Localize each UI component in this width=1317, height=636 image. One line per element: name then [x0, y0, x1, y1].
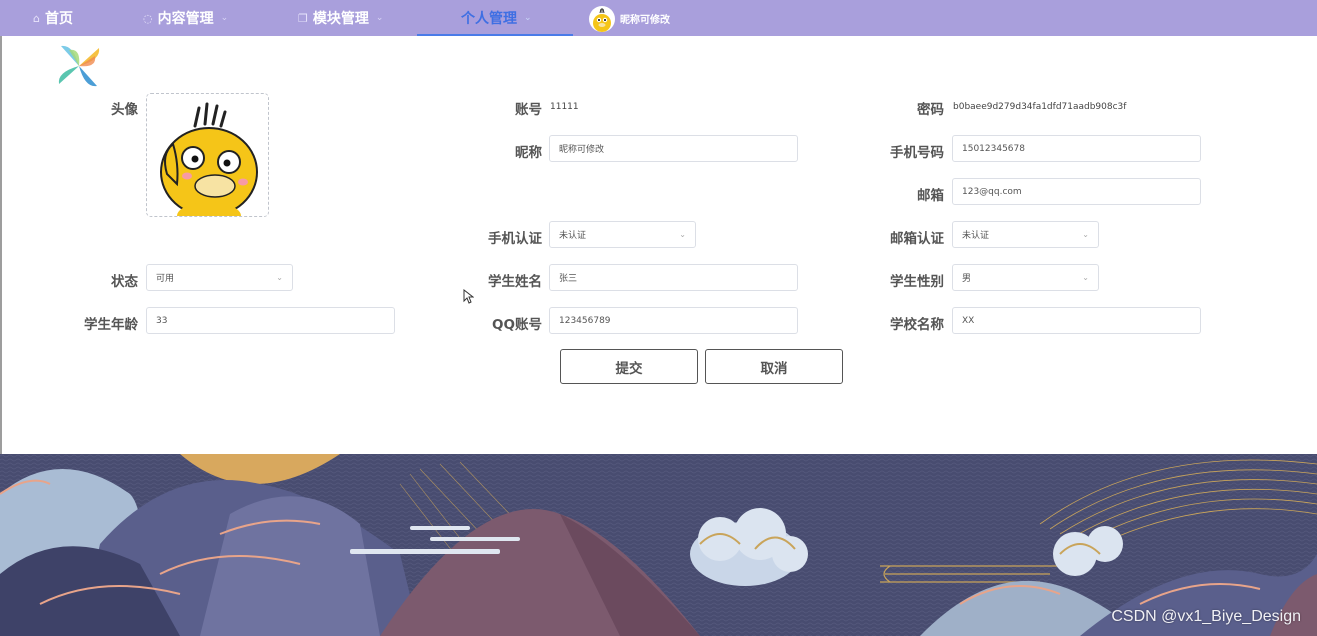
school-input[interactable]: XX	[952, 307, 1201, 334]
nav-item-home[interactable]: ⌂ 首页	[33, 0, 73, 36]
home-icon: ⌂	[33, 11, 40, 25]
nickname-label: 昵称	[515, 145, 542, 161]
top-nav-bar: ⌂ 首页 ◌ 内容管理 ⌄ ❐ 模块管理 ⌄ 个人管理 ⌄ 昵称可修改	[0, 0, 1317, 36]
status-label: 状态	[111, 274, 138, 290]
user-menu[interactable]: 昵称可修改	[589, 5, 670, 32]
phone-verify-label: 手机认证	[488, 231, 542, 247]
email-verify-select[interactable]: 未认证 ⌄	[952, 221, 1099, 248]
password-label: 密码	[917, 102, 944, 118]
message-icon: ◌	[143, 11, 153, 25]
nav-item-label: 模块管理	[312, 11, 369, 27]
pinwheel-logo-icon	[58, 45, 100, 87]
student-age-input[interactable]: 33	[146, 307, 395, 334]
phone-label: 手机号码	[890, 145, 944, 161]
chevron-down-icon: ⌄	[1082, 230, 1089, 239]
student-name-input[interactable]: 张三	[549, 264, 798, 291]
status-value: 可用	[156, 274, 175, 284]
nickname-input[interactable]: 昵称可修改	[549, 135, 798, 162]
email-input[interactable]: 123@qq.com	[952, 178, 1201, 205]
nav-item-label: 内容管理	[157, 11, 214, 27]
qq-value: 123456789	[559, 315, 611, 326]
phone-value: 15012345678	[962, 143, 1025, 154]
user-name: 昵称可修改	[620, 15, 670, 26]
phone-verify-select[interactable]: 未认证 ⌄	[549, 221, 696, 248]
chevron-down-icon: ⌄	[679, 230, 686, 239]
student-gender-select[interactable]: 男 ⌄	[952, 264, 1099, 291]
account-value: 11111	[550, 102, 579, 112]
avatar	[589, 5, 615, 32]
email-label: 邮箱	[917, 188, 944, 204]
avatar-label: 头像	[111, 102, 138, 118]
chevron-down-icon: ⌄	[375, 13, 384, 23]
avatar-image	[147, 94, 268, 216]
nav-item-personal-management[interactable]: 个人管理 ⌄	[461, 0, 532, 36]
qq-input[interactable]: 123456789	[549, 307, 798, 334]
email-verify-label: 邮箱认证	[890, 231, 944, 247]
avatar-upload[interactable]	[146, 93, 269, 217]
student-age-value: 33	[156, 315, 168, 326]
nav-item-label: 首页	[44, 11, 73, 27]
account-label: 账号	[515, 102, 542, 118]
nickname-value: 昵称可修改	[559, 145, 605, 155]
submit-button[interactable]: 提交	[560, 349, 698, 384]
school-value: XX	[962, 315, 975, 326]
student-name-value: 张三	[559, 274, 578, 284]
password-value: b0baee9d279d34fa1dfd71aadb908c3f	[953, 102, 1127, 112]
student-gender-label: 学生性别	[890, 274, 944, 290]
watermark-text: CSDN @vx1_Biye_Design	[1111, 608, 1301, 625]
status-select[interactable]: 可用 ⌄	[146, 264, 293, 291]
chevron-down-icon: ⌄	[524, 13, 532, 23]
cancel-button[interactable]: 取消	[705, 349, 843, 384]
decorative-background: CSDN @vx1_Biye_Design	[0, 454, 1317, 636]
left-border	[0, 36, 2, 454]
chevron-down-icon: ⌄	[276, 273, 283, 282]
student-name-label: 学生姓名	[488, 274, 542, 290]
student-gender-value: 男	[962, 274, 972, 284]
qq-label: QQ账号	[492, 317, 542, 333]
phone-input[interactable]: 15012345678	[952, 135, 1201, 162]
nav-item-module-management[interactable]: ❐ 模块管理 ⌄	[298, 0, 383, 36]
email-value: 123@qq.com	[962, 186, 1022, 197]
chevron-down-icon: ⌄	[1082, 273, 1089, 282]
mouse-cursor-icon	[463, 289, 474, 304]
nav-item-content-management[interactable]: ◌ 内容管理 ⌄	[143, 0, 228, 36]
copy-icon: ❐	[298, 11, 308, 25]
email-verify-value: 未认证	[962, 231, 990, 241]
school-label: 学校名称	[890, 317, 944, 333]
phone-verify-value: 未认证	[559, 231, 587, 241]
active-tab-indicator	[417, 34, 573, 36]
nav-item-label: 个人管理	[461, 11, 517, 27]
chevron-down-icon: ⌄	[220, 13, 229, 23]
student-age-label: 学生年龄	[84, 317, 138, 333]
